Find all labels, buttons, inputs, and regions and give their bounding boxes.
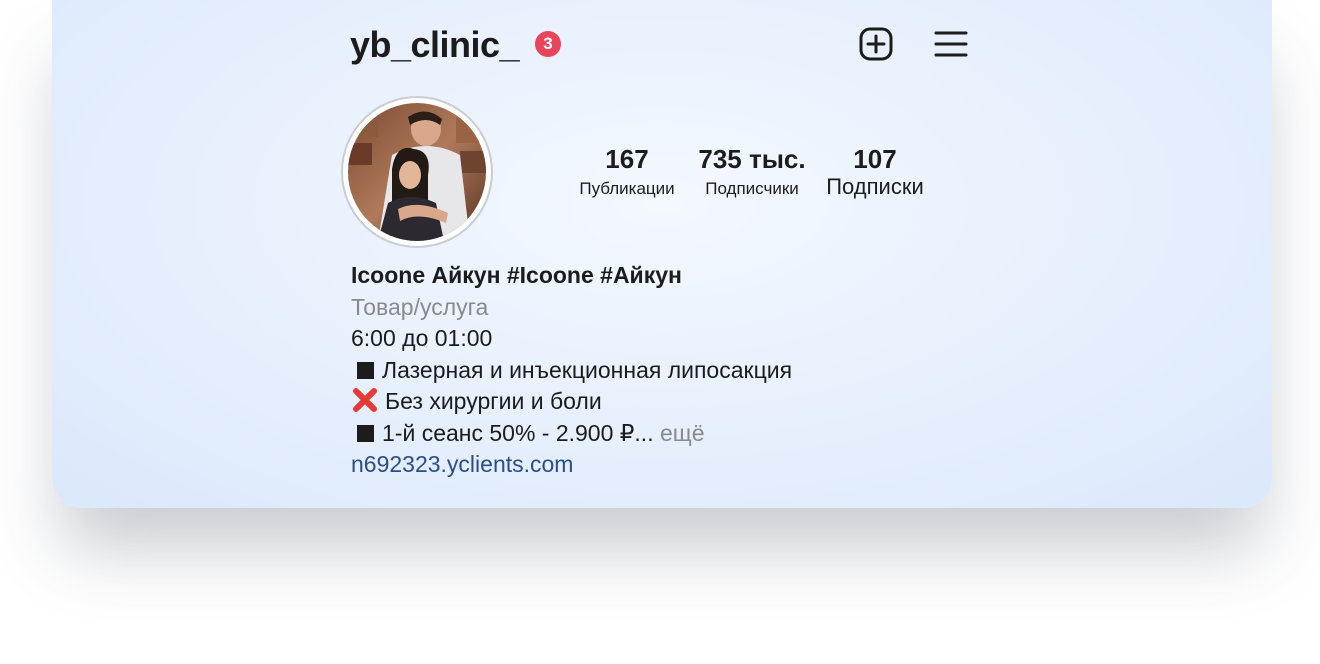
more-link[interactable]: ещё [660,420,705,446]
followers-count: 735 тыс. [698,144,806,174]
stat-posts[interactable]: 167 Публикации [567,144,687,200]
screenshot-stage: yb_clinic_ 3 167 Публикации 735 тыс. Под… [0,0,1320,664]
create-post-button[interactable] [857,25,895,63]
black-square-icon [357,361,374,379]
menu-button[interactable] [932,25,970,63]
bio-website-link[interactable]: n692323.yclients.com [351,449,1051,481]
hamburger-menu-icon [934,31,968,57]
followers-label: Подписчики [705,179,799,198]
bio-line3-text: 1-й сеанс 50% - 2.900 ₽... [382,419,654,446]
bio-hours: 6:00 до 01:00 [351,325,493,351]
profile-photo [348,103,486,241]
posts-count: 167 [605,144,649,174]
plus-square-icon [859,27,893,61]
stat-following[interactable]: 107 Подписки [815,144,935,198]
bio-line-offer: 1-й сеанс 50% - 2.900 ₽... ещё [351,418,1051,450]
profile-username[interactable]: yb_clinic_ [350,24,520,66]
black-square-icon [357,424,374,442]
bio-line-liposuction: Лазерная и инъекционная липосакция [351,355,1051,387]
profile-card: yb_clinic_ 3 167 Публикации 735 тыс. Под… [52,0,1272,508]
bio-line2-text: Без хирургии и боли [385,388,602,414]
bio-line-no-surgery: Без хирургии и боли [351,386,1051,418]
profile-bio: Icoone Айкун #Icoone #Айкун Товар/услуга… [351,260,1051,481]
stat-followers[interactable]: 735 тыс. Подписчики [692,144,812,200]
bio-line1-text: Лазерная и инъекционная липосакция [382,356,793,383]
notification-badge[interactable]: 3 [535,31,561,57]
posts-label: Публикации [579,179,675,198]
bio-category[interactable]: Товар/услуга [351,292,1051,324]
cross-mark-icon [353,388,377,412]
following-label: Подписки [826,174,924,199]
bio-name: Icoone Айкун #Icoone #Айкун [351,262,682,288]
avatar[interactable] [341,96,493,248]
following-count: 107 [853,144,897,174]
